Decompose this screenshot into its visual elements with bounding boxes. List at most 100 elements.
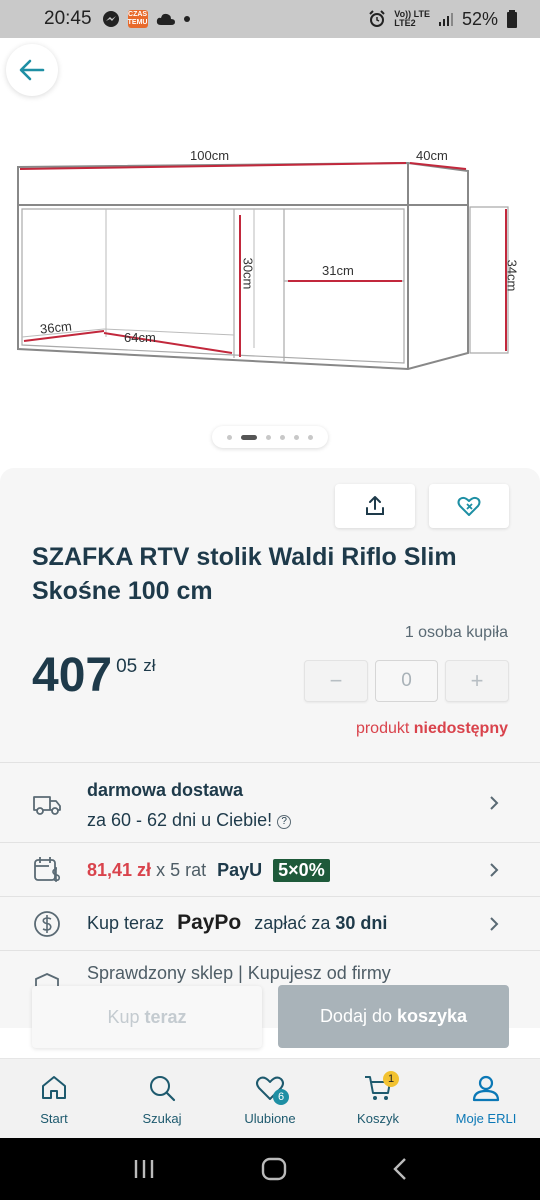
installment-amount: 81,41 zł	[87, 860, 152, 880]
delivery-row[interactable]: darmowa dostawa za 60 - 62 dni u Ciebie!…	[0, 762, 540, 842]
system-navigation-bar	[0, 1138, 540, 1200]
quantity-input[interactable]: 0	[375, 660, 438, 702]
recent-apps-icon[interactable]	[132, 1158, 156, 1180]
share-button[interactable]	[335, 484, 415, 528]
cart-badge: 1	[383, 1071, 399, 1087]
status-time: 20:45	[44, 8, 92, 29]
chevron-right-icon	[490, 863, 499, 877]
truck-icon	[33, 796, 61, 815]
delivery-time: za 60 - 62 dni u Ciebie! ?	[87, 810, 292, 831]
paypo-suffix: zapłać za	[254, 913, 331, 933]
back-button[interactable]	[6, 44, 58, 96]
pagination-dot[interactable]	[294, 434, 299, 440]
temu-icon: CZAS TEMU	[127, 10, 148, 28]
price-integer: 407	[32, 649, 113, 702]
product-image	[17, 161, 509, 371]
bottom-tab-bar: Start Szukaj 6 Ulubione 1 Koszyk Moje ER…	[0, 1058, 540, 1138]
availability-value: niedostępny	[413, 720, 508, 737]
chevron-right-icon	[490, 917, 499, 931]
paypo-prefix: Kup teraz	[87, 913, 165, 933]
search-icon	[150, 1076, 176, 1102]
share-icon	[366, 496, 384, 515]
product-title: SZAFKA RTV stolik Waldi Riflo Slim Skośn…	[32, 543, 457, 605]
tab-my-erli-label: Moje ERLI	[455, 1111, 517, 1126]
tab-favorites[interactable]: 6 Ulubione	[216, 1059, 324, 1138]
availability-prefix: produkt	[355, 720, 410, 737]
battery-icon	[507, 10, 517, 28]
favorites-icon-wrap: 6	[255, 1073, 289, 1105]
paypo-row[interactable]: Kup teraz PayPo zapłać za 30 dni	[0, 896, 540, 950]
status-right: Vo)) LTE LTE2 52%	[368, 9, 518, 30]
arrow-left-icon	[19, 59, 45, 81]
pagination-dot[interactable]	[280, 434, 285, 440]
tab-cart-label: Koszyk	[357, 1111, 399, 1126]
pagination-dot-active[interactable]	[241, 434, 257, 440]
more-notifications-dot	[183, 16, 190, 22]
status-notification-icons: CZAS TEMU	[102, 10, 190, 28]
product-gallery[interactable]: 100cm 40cm 34cm 30cm 31cm 36cm 64cm	[0, 38, 540, 468]
back-nav-icon[interactable]	[392, 1157, 408, 1181]
gallery-pagination[interactable]	[212, 426, 328, 448]
buy-now-label-bold: teraz	[144, 1006, 187, 1027]
pagination-dot[interactable]	[227, 434, 232, 440]
cloud-icon	[156, 13, 175, 25]
paypo-text: Kup teraz PayPo zapłać za 30 dni	[87, 911, 387, 935]
messenger-icon	[102, 11, 119, 27]
purchase-actions: Kup teraz Dodaj do koszyka	[0, 972, 540, 1058]
payu-logo: PayU	[217, 860, 263, 880]
payu-badge: 5×0%	[273, 859, 330, 882]
calendar-money-icon	[34, 857, 61, 882]
tab-favorites-label: Ulubione	[244, 1111, 296, 1126]
signal-icon	[438, 13, 453, 26]
alarm-icon	[369, 10, 386, 27]
product-details-panel: SZAFKA RTV stolik Waldi Riflo Slim Skośn…	[0, 468, 540, 1028]
add-to-cart-button[interactable]: Dodaj do koszyka	[278, 985, 509, 1048]
buyers-count: 1 osoba kupiła	[404, 624, 508, 641]
price-decimal: 05	[116, 656, 138, 677]
availability-status: produkt niedostępny	[356, 720, 508, 738]
dim-height-label: 34cm	[504, 259, 520, 292]
tab-cart[interactable]: 1 Koszyk	[324, 1059, 432, 1138]
home-nav-icon[interactable]	[261, 1156, 287, 1182]
quantity-increase-button[interactable]: +	[445, 660, 509, 702]
pagination-dot[interactable]	[266, 434, 271, 440]
dollar-icon	[34, 911, 60, 937]
buy-now-label: Kup	[107, 1006, 140, 1027]
heart-remove-icon	[457, 496, 481, 516]
paypo-days: 30 dni	[335, 913, 388, 933]
product-price: 407 05 zł	[32, 648, 156, 704]
price-currency: zł	[143, 656, 156, 675]
dim-inner-width-label: 64cm	[124, 330, 156, 345]
tab-start-label: Start	[40, 1111, 68, 1126]
user-icon	[472, 1075, 500, 1102]
chevron-right-icon	[490, 796, 499, 810]
quantity-decrease-button[interactable]: −	[304, 660, 368, 702]
buy-now-button[interactable]: Kup teraz	[32, 986, 262, 1048]
add-to-cart-label-bold: koszyka	[397, 1006, 468, 1026]
dim-shelf-label: 31cm	[322, 263, 354, 278]
home-icon	[42, 1076, 66, 1099]
dim-width-label: 100cm	[190, 148, 230, 163]
add-to-cart-label: Dodaj do	[319, 1006, 392, 1026]
battery-percent: 52%	[461, 8, 498, 29]
lte-bottom: LTE2	[394, 18, 416, 28]
help-icon[interactable]: ?	[277, 815, 292, 829]
network-indicator: Vo)) LTE LTE2	[394, 10, 430, 28]
favorites-badge: 6	[273, 1089, 289, 1105]
dim-depth-label: 40cm	[416, 148, 448, 163]
dim-inner-height-label: 30cm	[240, 257, 256, 290]
installment-count: x 5 rat	[156, 860, 207, 880]
delivery-time-text: za 60 - 62 dni u Ciebie!	[87, 810, 273, 830]
pagination-dot[interactable]	[308, 434, 313, 440]
status-bar: 20:45 CZAS TEMU Vo)) LTE LTE2 52%	[0, 0, 540, 38]
tab-search-label: Szukaj	[142, 1111, 182, 1126]
favorite-button[interactable]	[429, 484, 509, 528]
tab-start[interactable]: Start	[0, 1059, 108, 1138]
tab-my-erli[interactable]: Moje ERLI	[432, 1059, 540, 1138]
paypo-logo: PayPo	[177, 911, 242, 934]
installments-text: 81,41 zł x 5 rat PayU 5×0%	[87, 859, 330, 882]
installments-row[interactable]: 81,41 zł x 5 rat PayU 5×0%	[0, 842, 540, 896]
cart-icon-wrap: 1	[363, 1071, 399, 1103]
tab-search[interactable]: Szukaj	[108, 1059, 216, 1138]
delivery-title: darmowa dostawa	[87, 780, 244, 800]
